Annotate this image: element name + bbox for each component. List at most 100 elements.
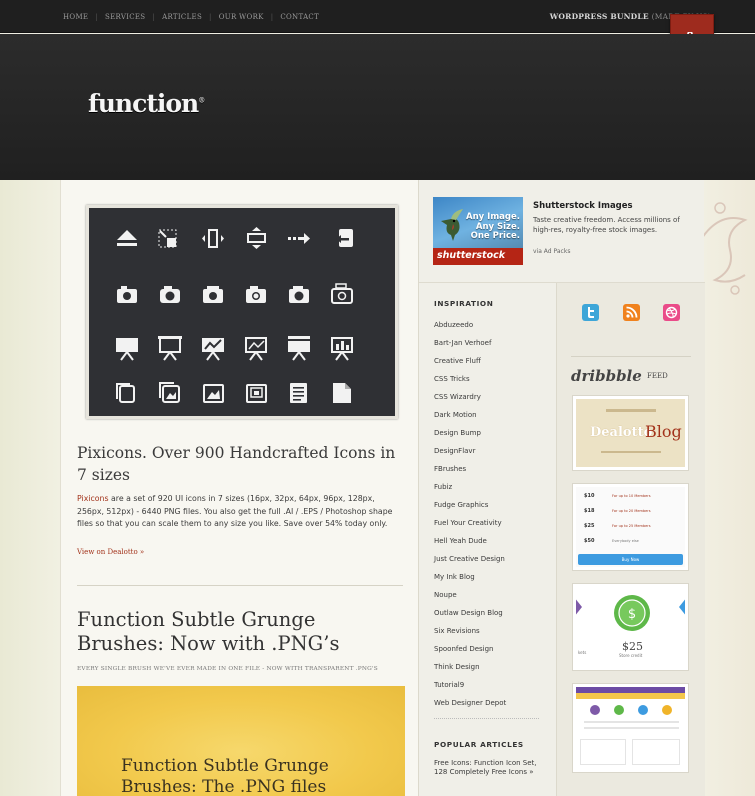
camera-icon xyxy=(246,286,266,303)
nav-contact[interactable]: CONTACT xyxy=(280,13,319,21)
twitter-button[interactable] xyxy=(582,304,599,321)
sidebar-link[interactable]: Fudge Graphics xyxy=(434,501,488,509)
twitter-icon xyxy=(588,307,594,318)
sidebar-link[interactable]: Design Bump xyxy=(434,429,481,437)
presentation-chart-icon xyxy=(245,337,267,361)
dribbble-button[interactable] xyxy=(663,304,680,321)
presentation-icon xyxy=(116,338,138,361)
document-text-icon xyxy=(290,383,307,403)
sidebar-link[interactable]: Six Revisions xyxy=(434,627,480,635)
nav-services[interactable]: SERVICES xyxy=(105,13,145,21)
sidebar-link[interactable]: Abduzeedo xyxy=(434,321,473,329)
dribbble-shot-4[interactable] xyxy=(572,683,689,773)
shot-box xyxy=(580,739,626,765)
sidebar-link[interactable]: Tutorial9 xyxy=(434,681,464,689)
inspiration-heading: INSPIRATION xyxy=(434,299,494,308)
sidebar-link[interactable]: CSS Tricks xyxy=(434,375,470,383)
presentation-icon xyxy=(288,336,310,361)
presentation-bar-icon xyxy=(331,337,353,361)
price-row: $10 xyxy=(584,493,594,499)
dribbble-logo[interactable]: dribbble xyxy=(571,367,642,385)
shot-side-text: kets xyxy=(578,650,587,655)
nav-home[interactable]: HOME xyxy=(63,13,88,21)
presentation-icon xyxy=(158,336,182,361)
sidebar-link[interactable]: Bart-Jan Verhoef xyxy=(434,339,491,347)
resize-icon xyxy=(158,229,177,248)
rss-icon xyxy=(626,306,638,318)
dealotto-blog-shot: Dealotto Blog xyxy=(576,399,685,467)
price-desc: For up to 20 Members xyxy=(612,509,651,513)
popular-article-link[interactable]: Free Icons: Function Icon Set, 128 Compl… xyxy=(434,759,546,778)
shot-subbar xyxy=(576,693,685,699)
nav-links: HOME | SERVICES | ARTICLES | OUR WORK | CONT… xyxy=(63,13,319,21)
presentation-chart-icon xyxy=(202,338,224,361)
price-row: $25 xyxy=(584,523,594,529)
image-headline: Function Subtle Grunge Brushes: The .PNG… xyxy=(121,756,329,796)
price-desc: Everybody else xyxy=(612,539,639,543)
sidebar-link[interactable]: Dark Motion xyxy=(434,411,477,419)
document-icon xyxy=(333,383,351,403)
sidebar-link[interactable]: Spoonfed Design xyxy=(434,645,494,653)
pixicons-inline-link[interactable]: Pixicons xyxy=(77,494,109,503)
arrow-right-icon xyxy=(288,233,310,244)
top-nav: HOME | SERVICES | ARTICLES | OUR WORK | CONT… xyxy=(0,0,755,33)
camera-icon xyxy=(331,283,353,304)
ad-via-link[interactable]: via Ad Packs xyxy=(533,248,570,255)
sidebar-link[interactable]: Just Creative Design xyxy=(434,555,505,563)
sidebar-link[interactable]: DesignFlavr xyxy=(434,447,475,455)
dribbble-shot-2[interactable]: $10 For up to 10 Members $18 For up to 2… xyxy=(572,483,689,571)
dollar-icon: $ xyxy=(628,607,636,622)
sidebar-link[interactable]: CSS Wizardry xyxy=(434,393,481,401)
ad-tagline: Any Image. Any Size. One Price. xyxy=(466,212,520,242)
sidebar-link[interactable]: Fuel Your Creativity xyxy=(434,519,502,527)
camera-icon xyxy=(289,286,309,303)
bundle-label: WORDPRESS BUNDLE xyxy=(549,12,649,21)
post-title-pixicons[interactable]: Pixicons. Over 900 Handcrafted Icons in … xyxy=(77,442,397,486)
shot-dot xyxy=(662,705,672,715)
main-content: Pixicons. Over 900 Handcrafted Icons in … xyxy=(60,180,418,796)
dribbble-shot-1[interactable]: Dealotto Blog xyxy=(572,395,689,471)
nav-separator: | xyxy=(270,13,274,21)
grunge-brushes-image[interactable]: Function Subtle Grunge Brushes: The .PNG… xyxy=(77,686,405,796)
dribbble-shot-3[interactable]: $ $25 Store credit kets xyxy=(572,583,689,671)
post-title-grunge-brushes[interactable]: Function Subtle Grunge Brushes: Now with… xyxy=(77,608,397,656)
dribbble-feed-label: FEED xyxy=(647,372,668,380)
popular-articles-heading: POPULAR ARTICLES xyxy=(434,740,524,749)
price-row: $18 xyxy=(584,508,594,514)
social-dribbble-column: dribbble FEED Dealotto Blog $10 For up t… xyxy=(556,283,705,796)
site-logo[interactable]: function® xyxy=(88,89,205,118)
ad-description: Taste creative freedom. Access millions … xyxy=(533,216,680,234)
nav-separator: | xyxy=(209,13,212,21)
sidebar-link[interactable]: Hell Yeah Dude xyxy=(434,537,487,545)
copy-icon xyxy=(116,383,135,403)
sidebar-link[interactable]: My Ink Blog xyxy=(434,573,475,581)
nav-articles[interactable]: ARTICLES xyxy=(162,13,202,21)
shot-price-note: Store credit xyxy=(619,653,643,658)
view-on-dealotto-link[interactable]: View on Dealotto » xyxy=(77,548,144,556)
inspiration-list: INSPIRATION Abduzeedo Bart-Jan Verhoef C… xyxy=(419,283,557,796)
sidebar-link[interactable]: Think Design xyxy=(434,663,480,671)
sidebar-link[interactable]: Fubiz xyxy=(434,483,452,491)
pixicons-preview-image[interactable] xyxy=(86,205,398,419)
nav-our-work[interactable]: OUR WORK xyxy=(219,13,264,21)
sidebar-link[interactable]: Noupe xyxy=(434,591,457,599)
resize-horizontal-icon xyxy=(202,229,224,248)
shot-dot xyxy=(590,705,600,715)
right-sidebar: Any Image. Any Size. One Price. shutters… xyxy=(418,180,705,796)
post-divider xyxy=(77,585,403,586)
sidebar-link[interactable]: Outlaw Design Blog xyxy=(434,609,503,617)
logo-trademark: ® xyxy=(198,96,206,105)
shot-line xyxy=(584,727,679,729)
resize-vertical-icon xyxy=(247,227,266,249)
camera-icon xyxy=(117,286,137,303)
sidebar-link[interactable]: Web Designer Depot xyxy=(434,699,506,707)
sidebar-rule xyxy=(434,718,539,719)
image-frame-icon xyxy=(246,384,267,403)
shot-brand: Dealotto xyxy=(590,425,653,440)
shutterstock-ad-image[interactable]: Any Image. Any Size. One Price. shutters… xyxy=(433,197,523,265)
rss-button[interactable] xyxy=(623,304,640,321)
sidebar-link[interactable]: FBrushes xyxy=(434,465,466,473)
ad-title[interactable]: Shutterstock Images xyxy=(533,201,633,211)
sidebar-link[interactable]: Creative Fluff xyxy=(434,357,481,365)
price-amount: $25 xyxy=(584,523,595,529)
